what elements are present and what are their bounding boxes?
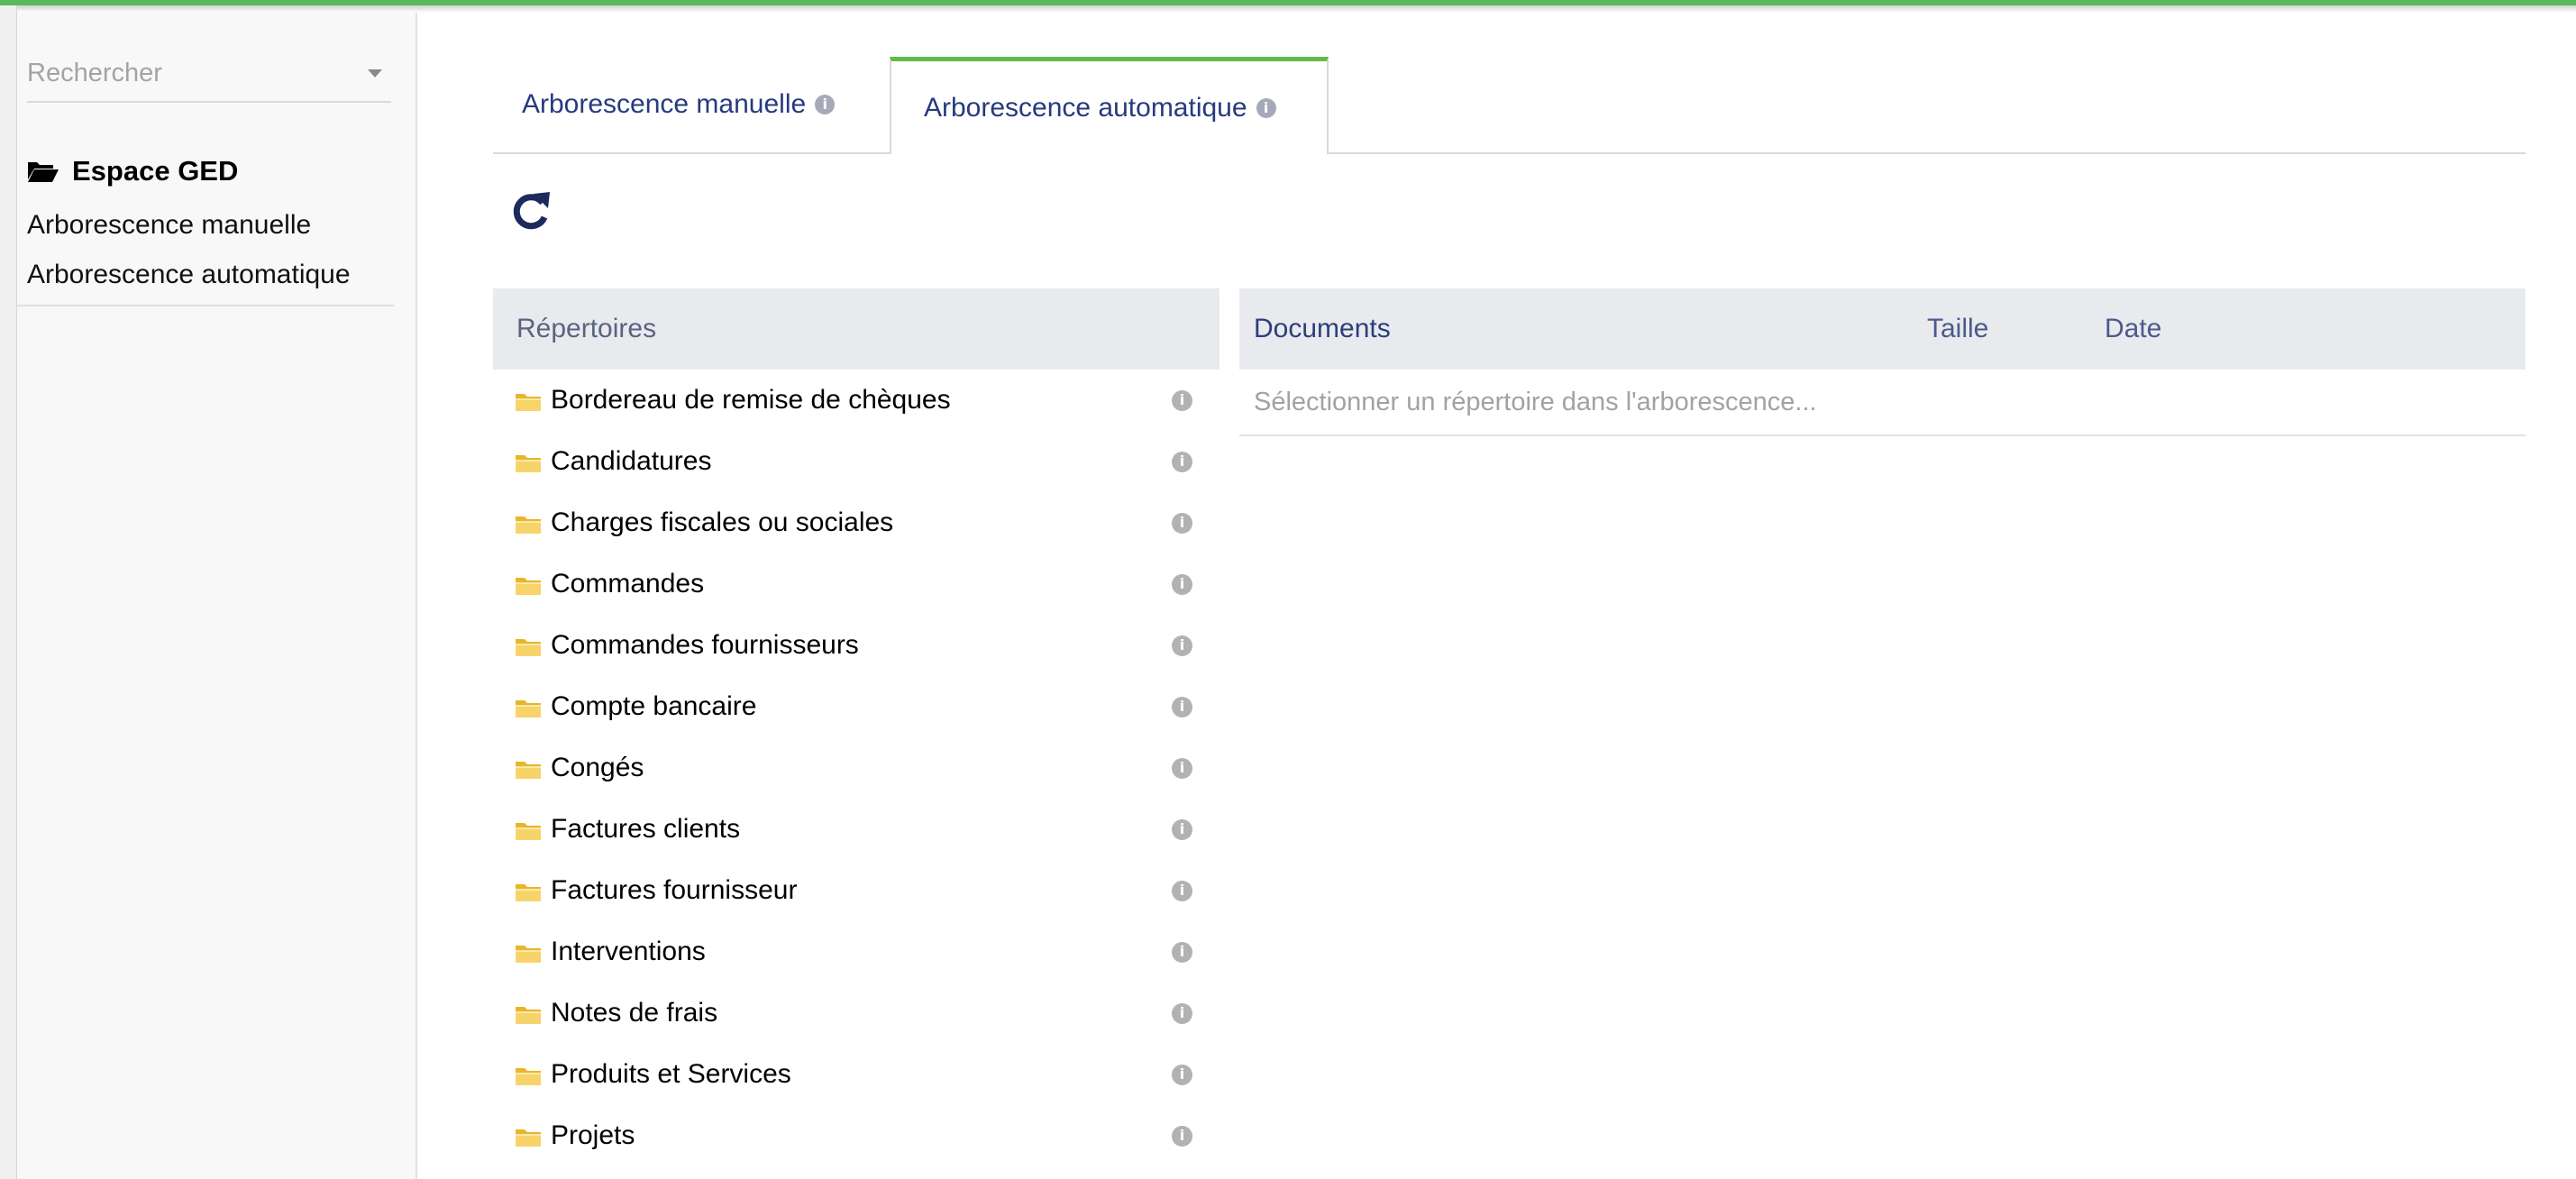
folder-icon	[515, 1066, 542, 1086]
column-header-documents[interactable]: Documents	[1254, 314, 1391, 344]
folder-item[interactable]: Charges fiscales ou sociales i	[493, 492, 1219, 553]
folder-item[interactable]: Notes de frais i	[493, 982, 1219, 1044]
tab-manual-tree[interactable]: Arborescence manuelle i	[493, 57, 890, 152]
folder-icon	[515, 944, 542, 964]
folder-item[interactable]: Produits et Services i	[493, 1044, 1219, 1105]
info-icon[interactable]: i	[1172, 1125, 1192, 1147]
folder-icon	[515, 1005, 542, 1025]
info-icon[interactable]: i	[1172, 512, 1192, 534]
sidebar-title-text: Espace GED	[72, 155, 239, 187]
folder-open-icon	[28, 162, 59, 182]
folder-icon	[515, 699, 542, 718]
folder-item[interactable]: Interventions i	[493, 921, 1219, 982]
refresh-icon[interactable]	[505, 185, 557, 237]
folder-label: Factures clients	[551, 814, 741, 844]
folder-label: Commandes	[551, 569, 705, 599]
folder-icon	[515, 576, 542, 596]
info-icon[interactable]: i	[1172, 1064, 1192, 1085]
folder-item[interactable]: Congés i	[493, 737, 1219, 799]
info-icon[interactable]: i	[815, 95, 836, 114]
documents-empty-message: Sélectionner un répertoire dans l'arbore…	[1254, 387, 1817, 416]
column-header-date[interactable]: Date	[2105, 314, 2161, 344]
folder-label: Commandes fournisseurs	[551, 630, 859, 660]
sidebar	[17, 13, 417, 1179]
tab-auto-label: Arborescence automatique	[924, 92, 1247, 123]
info-icon[interactable]: i	[1172, 635, 1192, 656]
folder-label: Compte bancaire	[551, 691, 757, 721]
left-edge-strip	[0, 5, 17, 1179]
folder-label: Bordereau de remise de chèques	[551, 385, 951, 415]
folder-icon	[515, 1128, 542, 1147]
folder-icon	[515, 392, 542, 412]
column-header-size[interactable]: Taille	[1927, 314, 1988, 344]
tab-manual-label: Arborescence manuelle	[522, 89, 807, 119]
info-icon[interactable]: i	[1172, 1002, 1192, 1024]
folder-label: Produits et Services	[551, 1059, 791, 1089]
folder-icon	[515, 515, 542, 535]
folder-item[interactable]: Bordereau de remise de chèques i	[493, 370, 1219, 431]
folder-icon	[515, 821, 542, 841]
info-icon[interactable]: i	[1256, 97, 1276, 118]
folder-label: Candidatures	[551, 446, 712, 476]
top-shadow	[0, 5, 2576, 13]
info-icon[interactable]: i	[1172, 696, 1192, 717]
folder-item[interactable]: Factures fournisseur i	[493, 860, 1219, 921]
folder-item[interactable]: Commandes fournisseurs i	[493, 615, 1219, 676]
info-icon[interactable]: i	[1172, 757, 1192, 779]
search-input[interactable]	[27, 58, 333, 88]
documents-empty-row: Sélectionner un répertoire dans l'arbore…	[1239, 370, 2526, 436]
sidebar-link-manual-tree[interactable]: Arborescence manuelle	[27, 210, 311, 241]
chevron-down-icon[interactable]	[368, 69, 382, 78]
folder-item[interactable]: Projets i	[493, 1105, 1219, 1166]
folder-label: Congés	[551, 753, 644, 782]
folder-label: Factures fournisseur	[551, 875, 798, 905]
sidebar-link-auto-tree[interactable]: Arborescence automatique	[27, 260, 351, 290]
folder-label: Charges fiscales ou sociales	[551, 507, 894, 537]
folder-label: Interventions	[551, 937, 706, 966]
documents-table-header: Documents Taille Date	[1239, 288, 2526, 370]
folder-item[interactable]: Commandes i	[493, 553, 1219, 615]
folder-label: Projets	[551, 1120, 635, 1150]
info-icon[interactable]: i	[1172, 573, 1192, 595]
folder-icon	[515, 453, 542, 473]
repertoires-header: Répertoires	[493, 288, 1219, 370]
folder-item[interactable]: Candidatures i	[493, 431, 1219, 492]
folder-icon	[515, 882, 542, 902]
info-icon[interactable]: i	[1172, 880, 1192, 901]
tab-auto-tree[interactable]: Arborescence automatique i	[890, 57, 1329, 154]
folder-list: Bordereau de remise de chèques i Candidatu…	[493, 370, 1219, 1166]
sidebar-divider	[17, 305, 394, 306]
info-icon[interactable]: i	[1172, 941, 1192, 963]
repertoires-header-label: Répertoires	[516, 314, 657, 343]
folder-icon	[515, 637, 542, 657]
tab-bar: Arborescence manuelle i Arborescence aut…	[493, 57, 2526, 154]
folder-label: Notes de frais	[551, 998, 718, 1028]
folder-icon	[515, 760, 542, 780]
info-icon[interactable]: i	[1172, 389, 1192, 411]
folder-item[interactable]: Compte bancaire i	[493, 676, 1219, 737]
sidebar-section-title: Espace GED	[27, 155, 238, 187]
search-select[interactable]	[27, 45, 391, 103]
info-icon[interactable]: i	[1172, 451, 1192, 472]
info-icon[interactable]: i	[1172, 818, 1192, 840]
folder-item[interactable]: Factures clients i	[493, 799, 1219, 860]
